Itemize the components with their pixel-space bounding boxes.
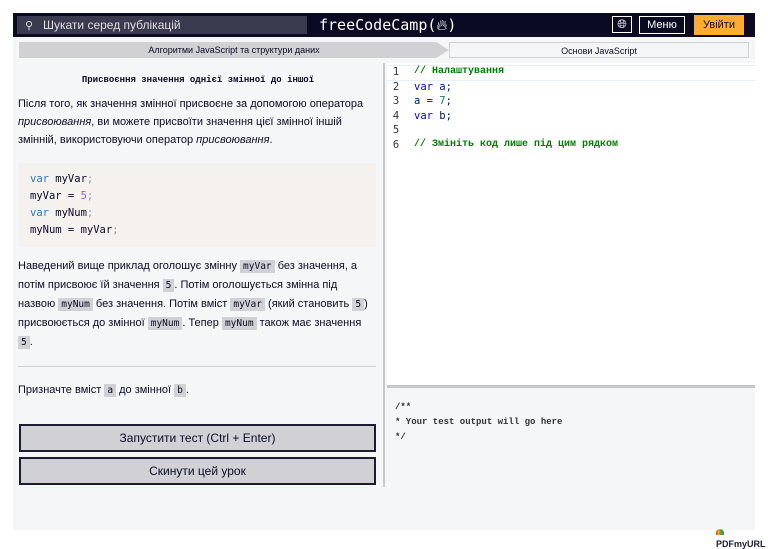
navbar: ⚲ Шукати серед публікацій freeCodeCamp(🔥︎… <box>13 13 755 37</box>
code: a = <box>414 95 440 107</box>
code: myNum <box>48 207 87 219</box>
punct: ; <box>86 207 94 219</box>
breadcrumb: Алгоритми JavaScript та структури даних … <box>19 42 749 58</box>
code-comment: // Налаштування <box>414 66 505 77</box>
emphasis: присвоювання <box>18 116 92 128</box>
search-input[interactable]: ⚲ Шукати серед публікацій <box>17 16 307 34</box>
divider <box>18 366 376 367</box>
reset-lesson-button[interactable]: Скинути цей урок <box>19 457 376 485</box>
search-icon: ⚲ <box>25 20 34 32</box>
text: Після того, як значення змінної присвоєн… <box>18 98 364 110</box>
code: myVar = <box>30 190 81 202</box>
menu-button[interactable]: Меню <box>639 16 685 34</box>
task-paragraph: Призначте вміст a до змінної b. <box>18 381 373 400</box>
code-line: myVar = 5; <box>30 188 364 205</box>
logo[interactable]: freeCodeCamp(🔥︎) <box>319 15 456 35</box>
text: (який становить <box>264 298 353 310</box>
code-editor[interactable]: 1 2 3 4 5 6 // Налаштування var a; a = 7… <box>387 63 755 385</box>
keyword: var <box>30 207 49 219</box>
code: b; <box>432 109 452 122</box>
watermark-logo-icon <box>716 529 724 535</box>
instructions-panel: Присвоєння значення однієї змінної до ін… <box>13 63 383 487</box>
inline-code: 5 <box>162 279 175 292</box>
run-tests-button[interactable]: Запустити тест (Ctrl + Enter) <box>19 424 376 452</box>
lesson-paragraph: Після того, як значення змінної присвоєн… <box>18 95 373 149</box>
code: ; <box>445 95 452 107</box>
inline-code: a <box>104 384 117 397</box>
code-line: var a; <box>414 80 452 95</box>
text: Призначте вміст <box>18 384 105 396</box>
logo-text: freeCodeCamp( <box>319 16 437 34</box>
punct: ; <box>86 190 94 202</box>
breadcrumb-curriculum[interactable]: Алгоритми JavaScript та структури даних <box>19 42 449 58</box>
inline-code: myNum <box>221 317 257 330</box>
code-line: var myNum; <box>30 205 364 222</box>
keyword: var <box>414 80 433 93</box>
example-code-block: var myVar; myVar = 5; var myNum; myNum =… <box>18 163 376 247</box>
lesson-title: Присвоєння значення однієї змінної до ін… <box>81 75 315 85</box>
pane-resizer[interactable] <box>383 63 385 487</box>
sign-in-button[interactable]: Увійти <box>694 15 744 35</box>
inline-code: myVar <box>240 260 275 273</box>
lesson-paragraph: Наведений вище приклад оголошує змінну m… <box>18 257 373 352</box>
code-line: var myVar; <box>30 171 364 188</box>
app: ⚲ Шукати серед публікацій freeCodeCamp(🔥︎… <box>13 13 755 530</box>
inline-code: 5 <box>18 336 30 349</box>
logo-text-end: ) <box>447 16 457 34</box>
text: Наведений вище приклад оголошує змінну <box>18 260 241 272</box>
language-globe-icon[interactable]: 🌐︎ <box>612 16 632 33</box>
watermark-text: PDFmyURL <box>716 539 766 549</box>
breadcrumb-section[interactable]: Основи JavaScript <box>449 42 749 58</box>
inline-code: b <box>174 384 186 397</box>
text: . <box>185 384 189 396</box>
code: a; <box>432 80 452 93</box>
line-number: 6 <box>392 138 400 151</box>
inline-code: myVar <box>230 298 265 311</box>
flame-icon: 🔥︎ <box>436 16 448 34</box>
text: до змінної <box>116 384 175 396</box>
line-number: 3 <box>392 95 400 107</box>
inline-code: myNum <box>147 317 183 330</box>
line-number: 4 <box>392 109 400 122</box>
code-line: a = 7; <box>414 94 452 109</box>
inline-code: myNum <box>58 298 93 311</box>
text: також має значення <box>256 317 362 329</box>
search-placeholder: Шукати серед публікацій <box>43 18 181 32</box>
text: без значення. Потім вміст <box>92 298 231 310</box>
text: . <box>269 134 273 146</box>
keyword: var <box>414 109 433 122</box>
text: . Тепер <box>182 317 222 329</box>
watermark: PDFmyURL <box>716 529 768 549</box>
text: . <box>29 336 33 348</box>
inline-code: 5 <box>352 298 365 311</box>
emphasis: присвоювання <box>196 134 270 146</box>
punct: ; <box>112 224 119 236</box>
line-number: 5 <box>392 124 400 136</box>
test-output: /** * Your test output will go here */ <box>395 402 563 442</box>
code: myVar <box>48 173 87 185</box>
code-line: myNum = myVar; <box>30 222 364 239</box>
punct: ; <box>86 173 94 185</box>
line-number: 1 <box>392 66 400 78</box>
code-comment: // Змініть код лише під цим рядком <box>414 138 619 150</box>
line-number: 2 <box>392 80 400 93</box>
keyword: var <box>30 173 49 185</box>
code-line: var b; <box>414 109 452 124</box>
code: myNum = myVar <box>30 224 113 236</box>
